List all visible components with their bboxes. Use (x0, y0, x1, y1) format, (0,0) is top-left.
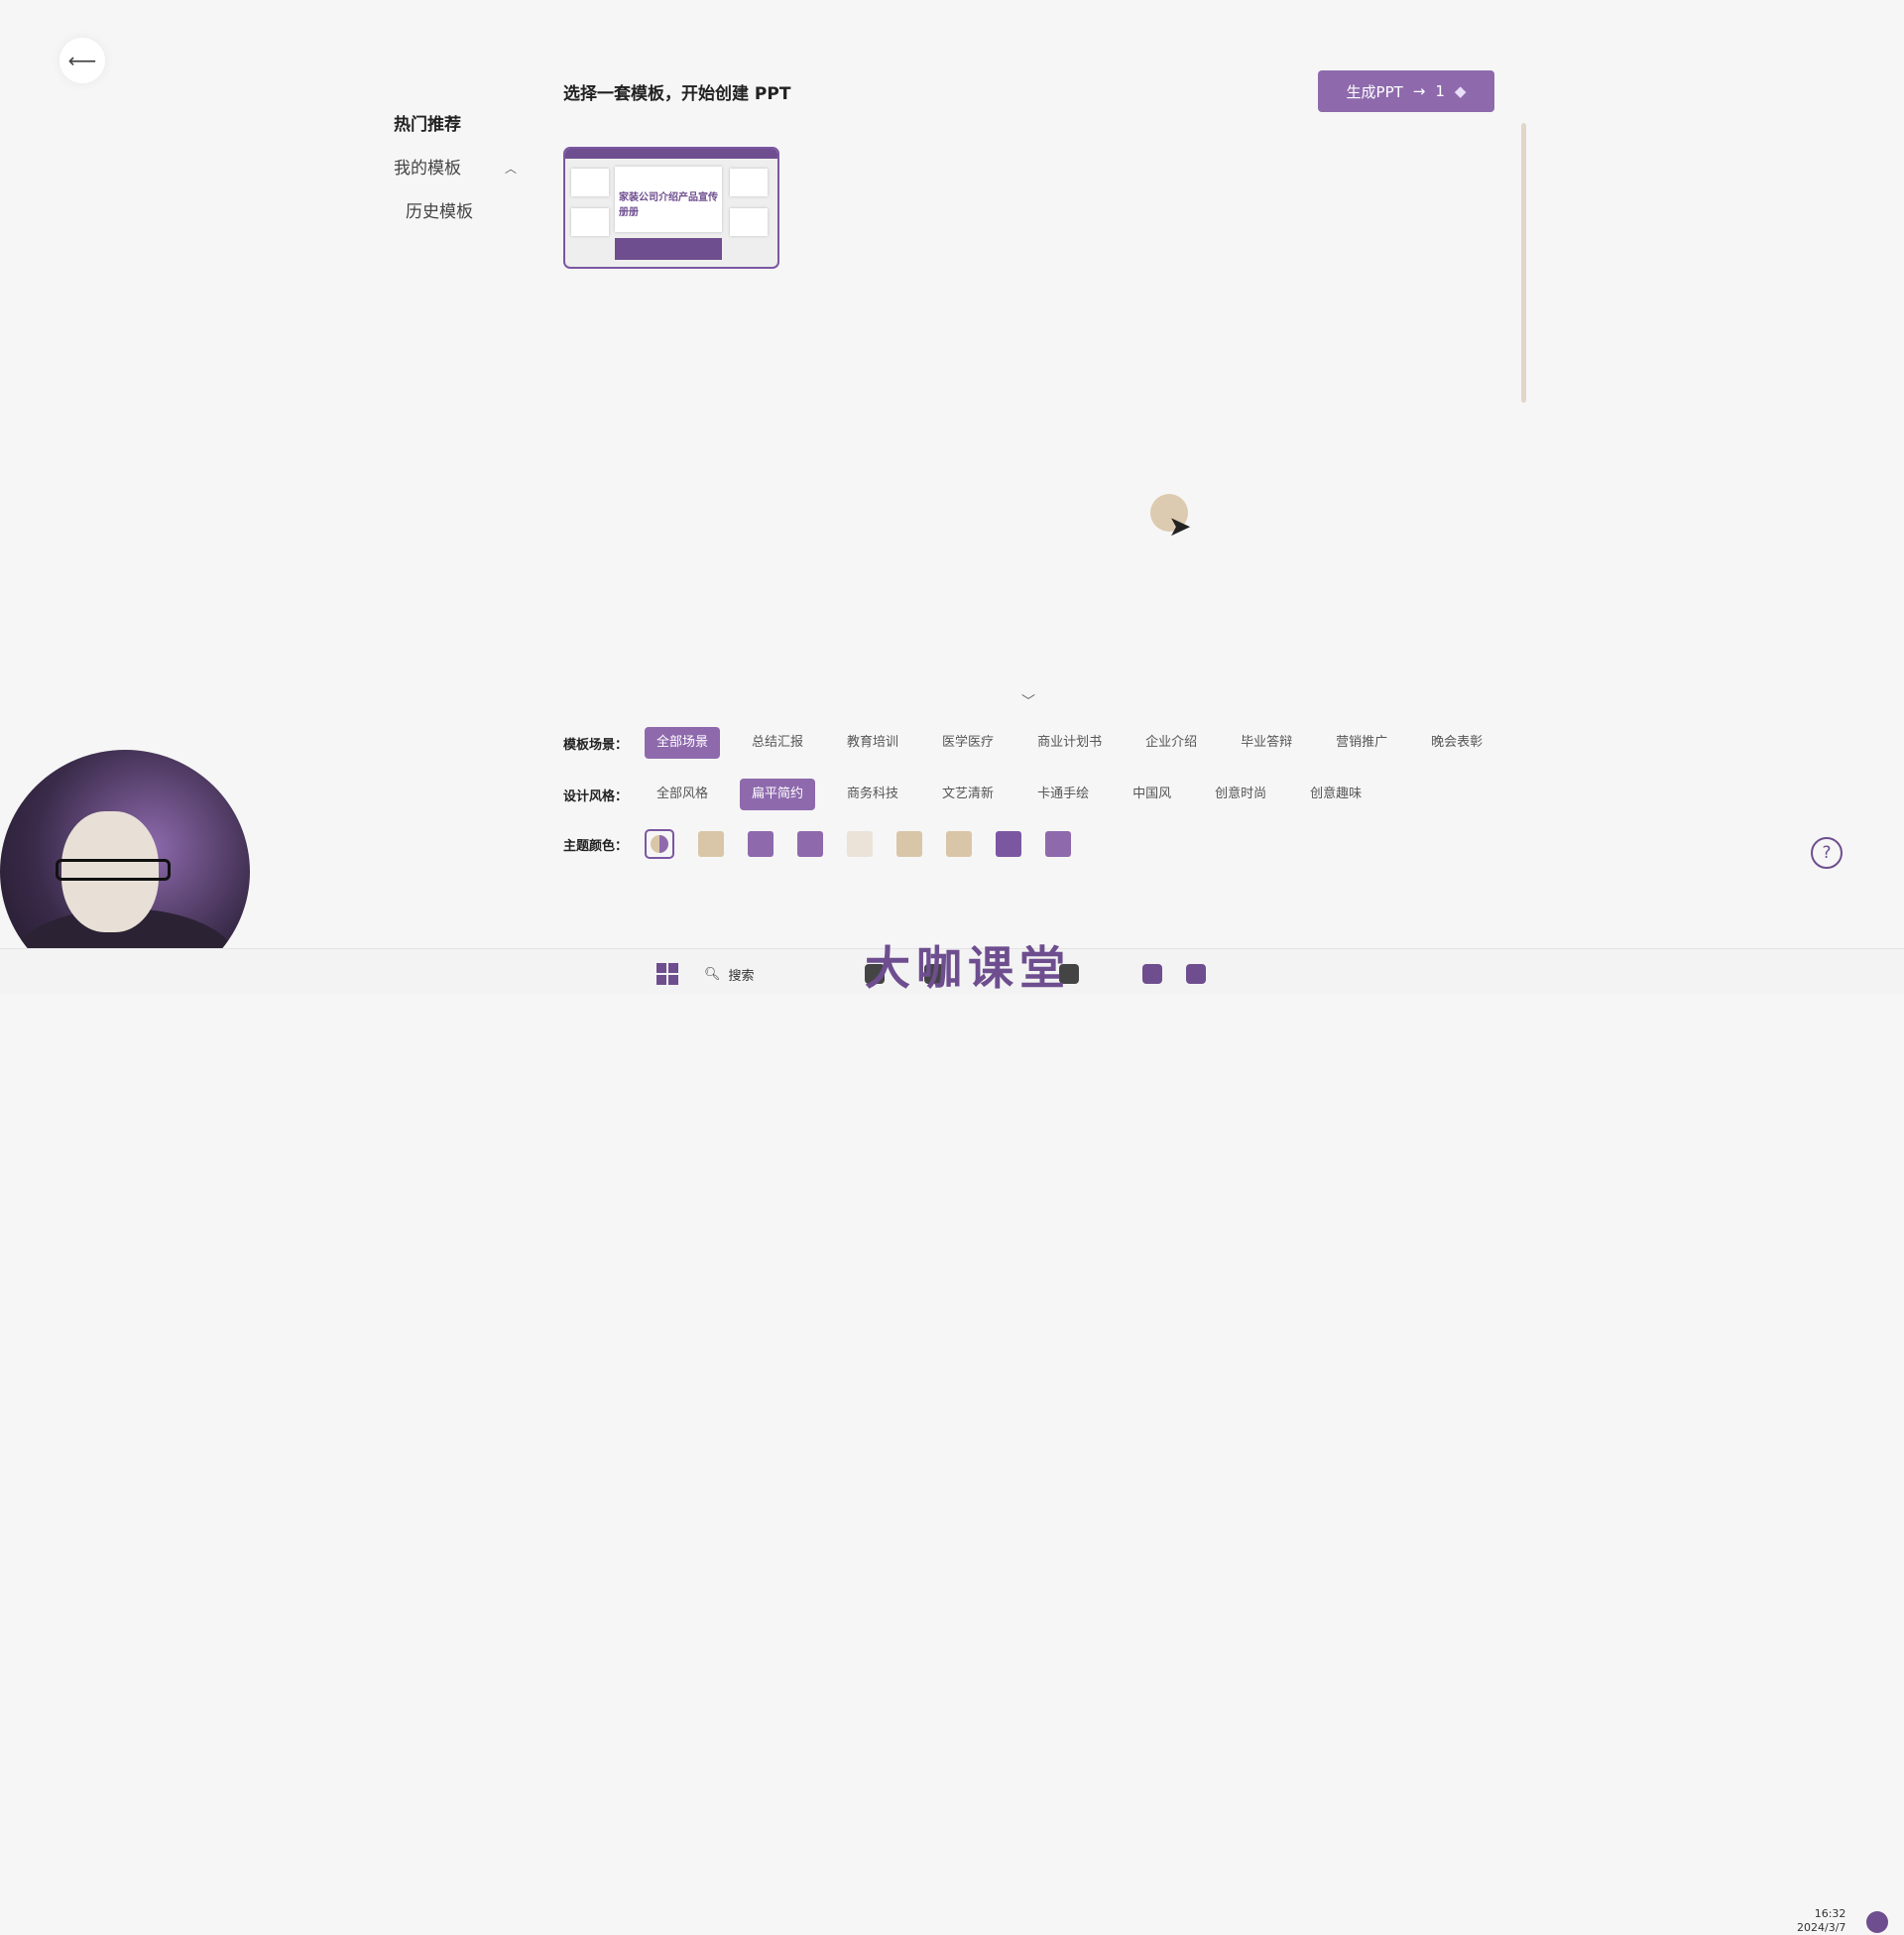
color-swatch[interactable] (1045, 831, 1071, 857)
thumb-slide (571, 208, 609, 236)
color-swatch[interactable] (698, 831, 724, 857)
taskbar-search[interactable]: 🔍︎ 搜索 (704, 965, 755, 984)
taskbar-user-avatar[interactable] (1866, 1911, 1888, 1933)
color-wheel-icon (651, 835, 668, 853)
chip-scene-company-intro[interactable]: 企业介绍 (1133, 727, 1209, 759)
back-button[interactable]: ⟵ (60, 38, 105, 83)
chip-style-flat[interactable]: 扁平简约 (740, 779, 816, 810)
chip-scene-graduation[interactable]: 毕业答辩 (1229, 727, 1304, 759)
thumb-slide (730, 208, 768, 236)
presenter-glasses (56, 859, 171, 881)
chevron-down-icon[interactable]: ﹀ (1021, 691, 1035, 711)
taskbar-word-icon[interactable] (1186, 964, 1206, 984)
color-swatch[interactable] (797, 831, 823, 857)
thumb-decor (615, 238, 722, 260)
mouse-cursor-icon: ➤ (1168, 510, 1192, 543)
filter-style-label: 设计风格： (563, 788, 629, 804)
filter-color-label: 主题颜色： (563, 838, 629, 854)
chip-style-business-tech[interactable]: 商务科技 (835, 779, 910, 810)
chip-style-fresh[interactable]: 文艺清新 (930, 779, 1006, 810)
filter-style-row: 设计风格： 全部风格 扁平简约 商务科技 文艺清新 卡通手绘 中国风 创意时尚 … (563, 778, 1393, 811)
color-swatch[interactable] (946, 831, 972, 857)
sidebar-item-label: 热门推荐 (394, 115, 461, 135)
search-icon: 🔍︎ (704, 967, 721, 982)
filter-scene-label: 模板场景： (563, 737, 629, 753)
help-icon[interactable]: ? (1811, 837, 1843, 869)
chip-style-chinese[interactable]: 中国风 (1121, 779, 1183, 810)
generate-ppt-button[interactable]: 生成PPT → 1 ◆ (1318, 70, 1494, 112)
taskbar-app-icon[interactable] (1142, 964, 1162, 984)
chevron-up-icon[interactable]: ︿ (505, 147, 517, 190)
page-title: 选择一套模板，开始创建 PPT (563, 84, 791, 104)
chip-style-all[interactable]: 全部风格 (645, 779, 720, 810)
scrollbar[interactable] (1521, 123, 1526, 403)
color-swatch-all[interactable] (645, 829, 674, 859)
clock-time: 16:32 (1814, 1907, 1846, 1920)
color-swatch[interactable] (896, 831, 922, 857)
sidebar-item-history-templates[interactable]: 历史模板 (394, 190, 523, 234)
chip-style-cartoon[interactable]: 卡通手绘 (1025, 779, 1101, 810)
taskbar-clock[interactable]: 16:32 2024/3/7 (1797, 1907, 1845, 1935)
chip-style-creative-fashion[interactable]: 创意时尚 (1203, 779, 1278, 810)
template-sidebar: 热门推荐 我的模板 ︿ 历史模板 (394, 103, 523, 234)
generate-count: 1 (1435, 82, 1445, 100)
sidebar-item-label: 我的模板 (394, 159, 461, 179)
chip-scene-medical[interactable]: 医学医疗 (930, 727, 1006, 759)
color-swatch[interactable] (748, 831, 774, 857)
arrow-left-icon: ⟵ (67, 49, 97, 72)
chip-scene-awards[interactable]: 晚会表彰 (1419, 727, 1494, 759)
clock-date: 2024/3/7 (1797, 1921, 1846, 1934)
chip-scene-summary[interactable]: 总结汇报 (740, 727, 815, 759)
thumb-slide (571, 169, 609, 196)
thumb-title: 家装公司介绍产品宣传册册 (619, 192, 718, 218)
chip-scene-education[interactable]: 教育培训 (835, 727, 910, 759)
watermark-logo: 大咖课堂 (865, 941, 1071, 995)
thumb-decor (565, 149, 777, 159)
template-thumbnail[interactable]: 家装公司介绍产品宣传册册 (563, 147, 779, 269)
sidebar-item-my-templates[interactable]: 我的模板 ︿ (394, 147, 523, 190)
color-swatch[interactable] (996, 831, 1021, 857)
color-swatch[interactable] (847, 831, 873, 857)
chip-scene-all[interactable]: 全部场景 (645, 727, 721, 759)
chip-scene-business-plan[interactable]: 商业计划书 (1025, 727, 1114, 759)
arrow-right-icon: → (1412, 82, 1426, 100)
chip-style-creative-fun[interactable]: 创意趣味 (1298, 779, 1373, 810)
sidebar-item-hot[interactable]: 热门推荐 (394, 103, 523, 147)
filter-scene-row: 模板场景： 全部场景 总结汇报 教育培训 医学医疗 商业计划书 企业介绍 毕业答… (563, 726, 1514, 760)
chip-scene-marketing[interactable]: 营销推广 (1324, 727, 1399, 759)
diamond-icon: ◆ (1454, 82, 1467, 100)
sidebar-item-label: 历史模板 (406, 202, 473, 222)
windows-start-icon[interactable] (656, 963, 678, 985)
thumb-slide (730, 169, 768, 196)
generate-button-label: 生成PPT (1346, 82, 1403, 101)
filter-color-row: 主题颜色： (563, 827, 1095, 861)
taskbar-search-label: 搜索 (728, 969, 755, 984)
